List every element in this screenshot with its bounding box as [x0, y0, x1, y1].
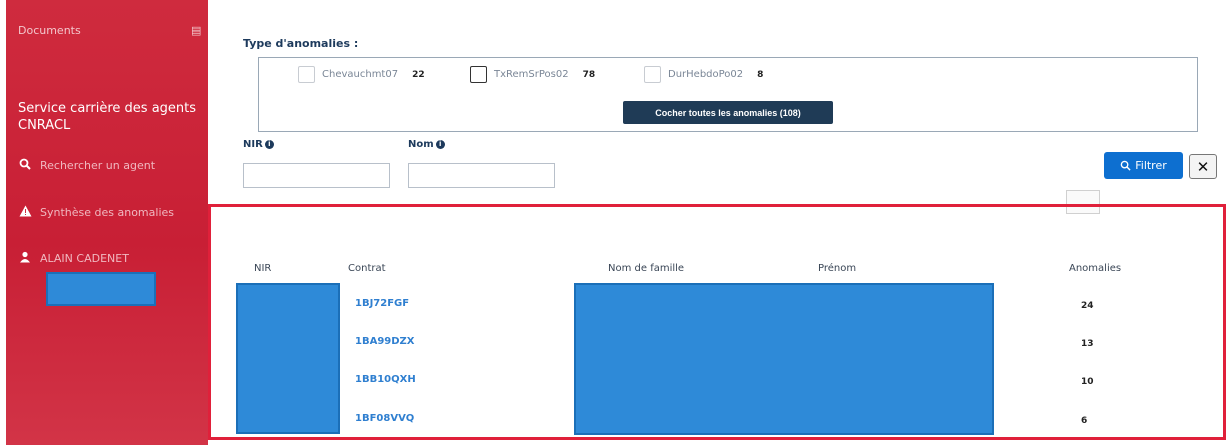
column-header-prenom[interactable]: Prénom [818, 263, 856, 274]
nir-input[interactable] [243, 163, 390, 188]
anomaly-name: Chevauchmt07 [322, 69, 399, 80]
clear-filters-button[interactable]: ✕ [1189, 154, 1217, 179]
sidebar-item-label: Rechercher un agent [40, 159, 156, 172]
nom-label: Nom i [408, 139, 445, 150]
contract-link[interactable]: 1BB10QXH [355, 374, 416, 385]
nom-input[interactable] [408, 163, 555, 188]
nir-label-text: NIR [243, 139, 263, 150]
anomaly-checkbox[interactable] [644, 66, 661, 83]
warning-icon [18, 205, 32, 220]
anomaly-count-cell: 24 [1081, 301, 1094, 311]
anomaly-count-cell: 13 [1081, 339, 1094, 349]
contract-link[interactable]: 1BA99DZX [355, 336, 415, 347]
redacted-name-columns [574, 283, 994, 435]
check-all-anomalies-button[interactable]: Cocher toutes les anomalies (108) [623, 101, 833, 124]
user-icon [18, 251, 32, 266]
service-title: Service carrière des agents CNRACL [18, 101, 197, 133]
anomaly-count-cell: 6 [1081, 416, 1088, 426]
sidebar-item-label: Synthèse des anomalies [40, 206, 174, 219]
column-header-nom-famille[interactable]: Nom de famille [608, 263, 684, 274]
column-header-nir[interactable]: NIR [254, 263, 271, 274]
redacted-nir-column [236, 283, 340, 434]
filter-button[interactable]: Filtrer [1104, 152, 1183, 179]
search-icon [18, 158, 32, 173]
anomaly-name: TxRemSrPos02 [494, 69, 569, 80]
documents-icon[interactable]: ▤ [191, 24, 201, 37]
sidebar-item-user[interactable]: ALAIN CADENET [18, 251, 129, 266]
sidebar-item-search-agent[interactable]: Rechercher un agent [18, 158, 155, 173]
anomaly-count: 78 [582, 69, 596, 80]
anomaly-option[interactable]: TxRemSrPos02 78 [470, 66, 595, 83]
column-header-anomalies[interactable]: Anomalies [1069, 263, 1121, 274]
anomaly-option[interactable]: Chevauchmt07 22 [298, 66, 425, 83]
anomaly-checkbox[interactable] [470, 66, 487, 83]
anomaly-option[interactable]: DurHebdoPo02 8 [644, 66, 763, 83]
anomaly-count: 8 [757, 69, 764, 80]
anomaly-name: DurHebdoPo02 [668, 69, 744, 80]
redacted-block [46, 272, 156, 306]
anomaly-count-cell: 10 [1081, 377, 1094, 387]
nir-label: NIR i [243, 139, 274, 150]
sidebar-documents-link[interactable]: Documents [18, 24, 81, 37]
sidebar-item-label: ALAIN CADENET [40, 252, 129, 265]
anomaly-checkbox[interactable] [298, 66, 315, 83]
filter-button-label: Filtrer [1135, 159, 1167, 172]
info-icon[interactable]: i [264, 139, 274, 149]
anomaly-type-label: Type d'anomalies : [243, 37, 359, 50]
info-icon[interactable]: i [435, 139, 445, 149]
anomaly-count: 22 [412, 69, 425, 80]
search-icon [1120, 160, 1131, 171]
nom-label-text: Nom [408, 139, 434, 150]
contract-link[interactable]: 1BJ72FGF [355, 298, 409, 309]
column-header-contrat[interactable]: Contrat [348, 263, 386, 274]
contract-link[interactable]: 1BF08VVQ [355, 413, 414, 424]
sidebar: Documents ▤ Service carrière des agents … [6, 0, 208, 445]
sidebar-item-anomalies[interactable]: Synthèse des anomalies [18, 205, 174, 220]
